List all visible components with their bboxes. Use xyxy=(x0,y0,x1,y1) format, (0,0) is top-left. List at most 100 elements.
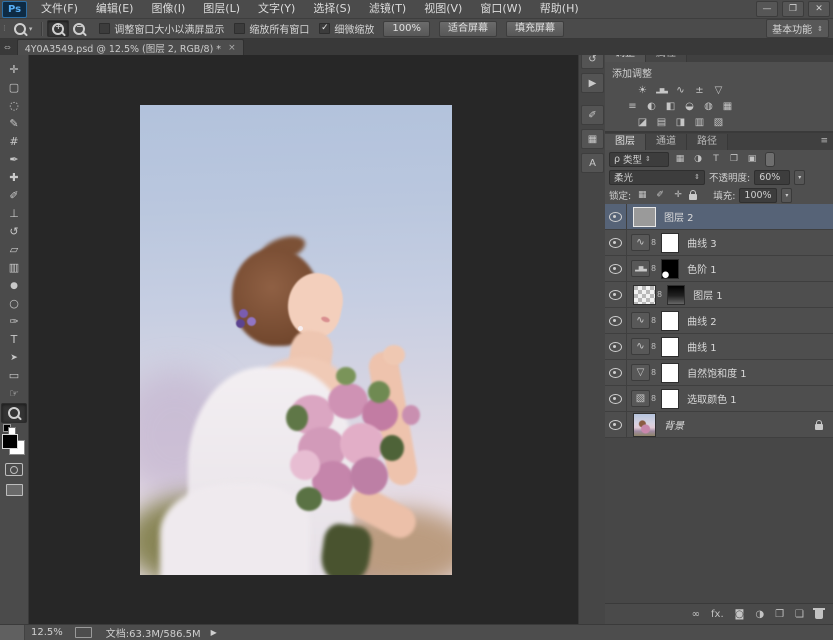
rectangle-tool[interactable]: ▭ xyxy=(2,367,26,385)
menu-image[interactable]: 图像(I) xyxy=(142,0,194,18)
curves-icon[interactable]: ∿ xyxy=(673,83,688,97)
zoom-tool[interactable] xyxy=(1,403,27,423)
fill-slider-button[interactable]: ▾ xyxy=(781,188,792,203)
curves-adjustment-icon[interactable]: ∿ xyxy=(631,312,650,329)
curves-adjustment-icon[interactable]: ∿ xyxy=(631,234,650,251)
zoom-all-windows-checkbox[interactable]: 缩放所有窗口 xyxy=(234,21,309,36)
filter-pixel-icon[interactable]: ▦ xyxy=(673,154,687,164)
menu-window[interactable]: 窗口(W) xyxy=(471,0,530,18)
visibility-toggle[interactable] xyxy=(605,386,627,411)
zoom-out-toggle[interactable]: − xyxy=(69,21,89,36)
link-layers-icon[interactable]: ∞ xyxy=(692,609,700,620)
move-tool[interactable]: ✛ xyxy=(2,61,26,79)
layer-name[interactable]: 图层 2 xyxy=(664,209,694,224)
layer-mask-thumbnail[interactable] xyxy=(661,363,679,383)
history-brush-tool[interactable]: ↺ xyxy=(2,223,26,241)
menu-select[interactable]: 选择(S) xyxy=(304,0,360,18)
crop-tool[interactable]: # xyxy=(2,133,26,151)
workspace-switcher[interactable]: 基本功能 ⇕ xyxy=(766,19,829,38)
layer-row-curves3[interactable]: ∿ 8 曲线 3 xyxy=(605,230,833,256)
vibrance-adjustment-icon[interactable]: ▽ xyxy=(631,364,650,381)
menu-help[interactable]: 帮助(H) xyxy=(531,0,588,18)
status-menu-arrow[interactable]: ▶ xyxy=(211,628,217,637)
gradient-tool[interactable]: ▥ xyxy=(2,259,26,277)
visibility-toggle[interactable] xyxy=(605,230,627,255)
layer-name[interactable]: 背景 xyxy=(664,417,684,432)
collapse-docks-icon[interactable]: ⇔ xyxy=(4,43,11,52)
layer-row-layer2[interactable]: 图层 2 xyxy=(605,204,833,230)
visibility-toggle[interactable] xyxy=(605,360,627,385)
layer-thumbnail[interactable] xyxy=(633,207,656,227)
gradient-map-icon[interactable]: ▥ xyxy=(692,115,707,129)
close-button[interactable]: ✕ xyxy=(808,1,830,17)
filter-text-icon[interactable]: T xyxy=(709,154,723,164)
quick-mask-button[interactable] xyxy=(5,463,23,476)
filter-toggle-switch[interactable] xyxy=(765,152,775,167)
brushes-panel-icon[interactable]: ✐ xyxy=(581,105,604,125)
lock-all-icon[interactable] xyxy=(689,194,697,200)
actual-pixels-button[interactable]: 100% xyxy=(383,21,430,37)
new-group-icon[interactable]: ❐ xyxy=(775,609,784,620)
layer-thumbnail[interactable] xyxy=(633,285,656,305)
visibility-toggle[interactable] xyxy=(605,282,627,307)
layer-row-levels1[interactable]: ▂▆▃ 8 色阶 1 xyxy=(605,256,833,282)
layer-row-curves1[interactable]: ∿ 8 曲线 1 xyxy=(605,334,833,360)
layer-mask-thumbnail[interactable] xyxy=(661,233,679,253)
add-mask-icon[interactable]: ◙ xyxy=(735,609,745,620)
layer-mask-thumbnail[interactable] xyxy=(661,259,679,279)
layer-style-icon[interactable]: fx. xyxy=(711,609,724,620)
filter-adjustment-icon[interactable]: ◑ xyxy=(691,154,705,164)
quick-select-tool[interactable]: ✎ xyxy=(2,115,26,133)
vibrance-icon[interactable]: ▽ xyxy=(711,83,726,97)
layer-name[interactable]: 自然饱和度 1 xyxy=(687,365,747,380)
layer-name[interactable]: 图层 1 xyxy=(693,287,723,302)
layer-row-background[interactable]: 背景 xyxy=(605,412,833,438)
posterize-icon[interactable]: ▤ xyxy=(654,115,669,129)
layer-name[interactable]: 曲线 3 xyxy=(687,235,717,250)
new-layer-icon[interactable]: ❏ xyxy=(795,609,804,620)
panel-menu-icon[interactable]: ≡ xyxy=(820,136,828,146)
close-tab-icon[interactable]: × xyxy=(228,43,236,53)
delete-layer-icon[interactable] xyxy=(815,610,823,619)
character-panel-icon[interactable]: A xyxy=(581,153,604,173)
layer-mask-thumbnail[interactable] xyxy=(661,337,679,357)
lasso-tool[interactable]: ◌ xyxy=(2,97,26,115)
path-select-tool[interactable]: ➤ xyxy=(2,349,26,367)
canvas-area[interactable] xyxy=(28,55,578,625)
levels-adjustment-icon[interactable]: ▂▆▃ xyxy=(631,260,650,277)
zoom-in-toggle[interactable]: + xyxy=(47,20,69,37)
menu-edit[interactable]: 编辑(E) xyxy=(87,0,143,18)
menu-type[interactable]: 文字(Y) xyxy=(249,0,304,18)
menu-file[interactable]: 文件(F) xyxy=(32,0,87,18)
actions-panel-icon[interactable]: ▶ xyxy=(581,73,604,93)
layer-row-layer1[interactable]: 8 图层 1 xyxy=(605,282,833,308)
layer-thumbnail[interactable] xyxy=(633,413,656,437)
resize-windows-checkbox[interactable]: 调整窗口大小以满屏显示 xyxy=(99,21,224,36)
filter-type-dropdown[interactable]: ρ 类型 ⇕ xyxy=(609,152,669,167)
brush-tool[interactable]: ✐ xyxy=(2,187,26,205)
menu-view[interactable]: 视图(V) xyxy=(415,0,471,18)
filter-group-icon[interactable]: ❐ xyxy=(727,154,741,164)
document-image[interactable] xyxy=(140,105,452,575)
selective-color-icon[interactable]: ▧ xyxy=(711,115,726,129)
layer-row-vibrance1[interactable]: ▽ 8 自然饱和度 1 xyxy=(605,360,833,386)
healing-brush-tool[interactable]: ✚ xyxy=(2,169,26,187)
document-tab[interactable]: 4Y0A3549.psd @ 12.5% (图层 2, RGB/8) * × xyxy=(17,39,244,55)
curves-adjustment-icon[interactable]: ∿ xyxy=(631,338,650,355)
minimize-button[interactable]: — xyxy=(756,1,778,17)
black-white-icon[interactable]: ◧ xyxy=(663,99,678,113)
visibility-toggle[interactable] xyxy=(605,204,627,229)
tab-paths[interactable]: 路径 xyxy=(687,134,728,150)
fill-input[interactable]: 100% xyxy=(739,188,777,203)
layer-name[interactable]: 选取颜色 1 xyxy=(687,391,737,406)
restore-button[interactable]: ❐ xyxy=(782,1,804,17)
foreground-color-swatch[interactable] xyxy=(2,434,18,449)
lock-position-icon[interactable]: ✛ xyxy=(671,190,685,200)
filter-smart-object-icon[interactable]: ▣ xyxy=(745,154,759,164)
visibility-toggle[interactable] xyxy=(605,308,627,333)
visibility-toggle[interactable] xyxy=(605,412,627,437)
dodge-tool[interactable]: ○ xyxy=(2,295,26,313)
tool-preset-picker[interactable]: ▾ xyxy=(10,22,37,36)
marquee-tool[interactable]: ▢ xyxy=(2,79,26,97)
levels-icon[interactable]: ▂▆▃ xyxy=(654,83,669,97)
